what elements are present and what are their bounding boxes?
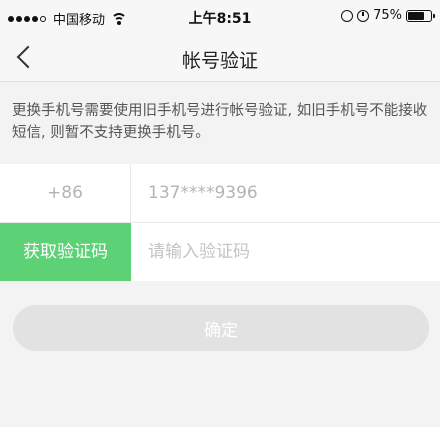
phone-number: 137****9396 xyxy=(148,183,258,203)
verification-code-input[interactable] xyxy=(148,223,428,281)
country-code: +86 xyxy=(0,164,131,222)
battery-fill xyxy=(408,11,424,20)
notice-text: 更换手机号需要使用旧手机号进行帐号验证, 如旧手机号不能接收短信, 则暂不支持更… xyxy=(12,103,428,141)
get-code-button[interactable]: 获取验证码 xyxy=(0,223,131,281)
alarm-icon xyxy=(357,9,370,22)
battery-percent: 75% xyxy=(373,8,402,23)
code-row: 获取验证码 xyxy=(0,223,440,281)
rotation-lock-icon xyxy=(341,9,354,22)
status-right: 75% xyxy=(341,8,435,23)
confirm-button[interactable]: 确定 xyxy=(13,305,429,351)
status-bar: 中国移动 上午8:51 75% xyxy=(0,0,440,34)
phone-row: +86 137****9396 xyxy=(0,164,440,222)
battery-icon xyxy=(406,9,435,22)
nav-bar: 帐号验证 xyxy=(0,34,440,82)
page-title: 帐号验证 xyxy=(181,50,258,72)
